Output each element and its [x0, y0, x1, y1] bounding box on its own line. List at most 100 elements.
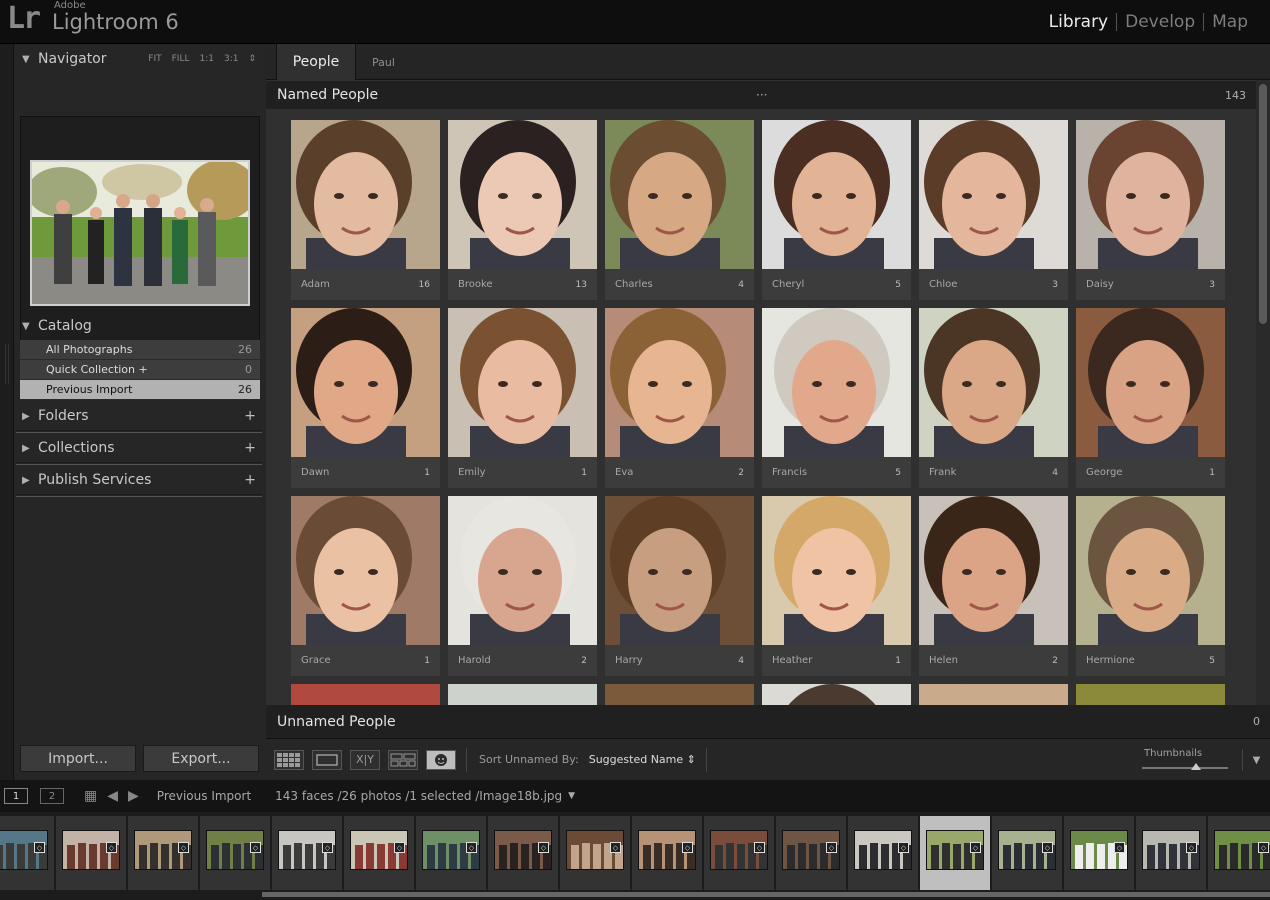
person-name[interactable]: Hermione: [1086, 655, 1135, 666]
zoom-fit[interactable]: FIT: [148, 54, 161, 64]
filmstrip-thumbnail[interactable]: ◇: [920, 816, 990, 890]
face-tile[interactable]: [605, 684, 754, 705]
add-collection-icon[interactable]: +: [244, 440, 262, 456]
person-name[interactable]: George: [1086, 467, 1122, 478]
face-photo[interactable]: [919, 120, 1068, 269]
face-photo[interactable]: [605, 308, 754, 457]
face-photo[interactable]: [762, 684, 911, 705]
face-tile[interactable]: Emily 1: [448, 308, 597, 488]
face-tile[interactable]: Harry 4: [605, 496, 754, 676]
filmstrip-scrollbar[interactable]: [262, 892, 1270, 897]
thumbnail-size-slider[interactable]: [1142, 763, 1228, 770]
grid-icon[interactable]: ▦: [84, 788, 97, 804]
face-tile[interactable]: Cheryl 5: [762, 120, 911, 300]
folders-header[interactable]: ▶ Folders +: [16, 402, 262, 430]
face-tile[interactable]: Adam 16: [291, 120, 440, 300]
filmstrip-thumbnail[interactable]: ◇: [1208, 816, 1270, 890]
catalog-header[interactable]: ▼ Catalog: [16, 312, 262, 340]
face-tile[interactable]: [291, 684, 440, 705]
filmstrip-photo[interactable]: ◇: [1142, 830, 1200, 870]
face-photo[interactable]: [291, 496, 440, 645]
import-button[interactable]: Import...: [20, 745, 136, 772]
filmstrip-photo[interactable]: ◇: [566, 830, 624, 870]
face-photo[interactable]: [448, 684, 597, 705]
zoom-3-1[interactable]: 3:1: [224, 54, 238, 64]
sort-dropdown[interactable]: Suggested Name ⇕: [589, 753, 696, 766]
export-button[interactable]: Export...: [143, 745, 259, 772]
filmstrip-photo[interactable]: ◇: [0, 830, 48, 870]
screen-2-button[interactable]: 2: [40, 788, 64, 804]
filmstrip-photo[interactable]: ◇: [350, 830, 408, 870]
filmstrip-thumbnail[interactable]: ◇: [1136, 816, 1206, 890]
filmstrip-photo[interactable]: ◇: [638, 830, 696, 870]
face-photo[interactable]: [448, 308, 597, 457]
filmstrip-photo[interactable]: ◇: [422, 830, 480, 870]
catalog-item-previous-import[interactable]: Previous Import 26: [20, 380, 260, 400]
catalog-item-all-photographs[interactable]: All Photographs 26: [20, 340, 260, 360]
module-library[interactable]: Library: [1041, 12, 1116, 32]
filmstrip-thumbnail[interactable]: ◇: [200, 816, 270, 890]
add-folder-icon[interactable]: +: [244, 408, 262, 424]
filmstrip-thumbnail[interactable]: ◇: [416, 816, 486, 890]
face-tile[interactable]: Francis 5: [762, 308, 911, 488]
filmstrip-thumbnail[interactable]: ◇: [0, 816, 54, 890]
filmstrip-thumbnail[interactable]: ◇: [128, 816, 198, 890]
module-map[interactable]: Map: [1204, 12, 1256, 32]
filmstrip-thumbnail[interactable]: ◇: [488, 816, 558, 890]
face-photo[interactable]: [1076, 308, 1225, 457]
face-tile[interactable]: Daisy 3: [1076, 120, 1225, 300]
tab-paul[interactable]: Paul: [372, 44, 395, 80]
filmstrip-thumbnail[interactable]: ◇: [272, 816, 342, 890]
face-tile[interactable]: Frank 4: [919, 308, 1068, 488]
person-name[interactable]: Grace: [301, 655, 331, 666]
filmstrip-photo[interactable]: ◇: [494, 830, 552, 870]
toolbar-menu-icon[interactable]: ▼: [1242, 749, 1270, 771]
person-name[interactable]: Dawn: [301, 467, 329, 478]
more-options-icon[interactable]: ···: [756, 88, 767, 102]
people-view-icon[interactable]: [426, 749, 456, 770]
edge-grip[interactable]: [5, 344, 9, 384]
person-name[interactable]: Francis: [772, 467, 807, 478]
face-photo[interactable]: [762, 120, 911, 269]
person-name[interactable]: Harold: [458, 655, 491, 666]
filmstrip-thumbnail[interactable]: ◇: [56, 816, 126, 890]
face-tile[interactable]: Heather 1: [762, 496, 911, 676]
filmstrip-photo[interactable]: ◇: [62, 830, 120, 870]
filmstrip-thumbnail[interactable]: ◇: [632, 816, 702, 890]
zoom-caret-icon[interactable]: ⇕: [248, 54, 256, 64]
person-name[interactable]: Adam: [301, 279, 330, 290]
filmstrip-photo[interactable]: ◇: [1070, 830, 1128, 870]
filmstrip-thumbnail[interactable]: ◇: [776, 816, 846, 890]
person-name[interactable]: Emily: [458, 467, 486, 478]
grid-scrollbar[interactable]: [1256, 80, 1270, 706]
face-tile[interactable]: George 1: [1076, 308, 1225, 488]
face-tile[interactable]: Charles 4: [605, 120, 754, 300]
unnamed-people-header[interactable]: Unnamed People 0: [266, 705, 1270, 738]
face-tile[interactable]: Helen 2: [919, 496, 1068, 676]
navigator-image[interactable]: [30, 160, 250, 306]
face-photo[interactable]: [919, 684, 1068, 705]
tab-people[interactable]: People: [276, 44, 356, 80]
filmstrip-thumbnail[interactable]: ◇: [344, 816, 414, 890]
face-photo[interactable]: [919, 496, 1068, 645]
face-photo[interactable]: [605, 496, 754, 645]
left-panel-edge[interactable]: [0, 44, 14, 780]
face-photo[interactable]: [291, 308, 440, 457]
filmstrip-photo[interactable]: ◇: [926, 830, 984, 870]
face-tile[interactable]: Dawn 1: [291, 308, 440, 488]
grid-view-icon[interactable]: [274, 749, 304, 770]
face-tile[interactable]: Hermione 5: [1076, 496, 1225, 676]
filmstrip-photo[interactable]: ◇: [710, 830, 768, 870]
compare-view-icon[interactable]: X|Y: [350, 749, 380, 770]
filmstrip-thumbnail[interactable]: ◇: [704, 816, 774, 890]
face-photo[interactable]: [291, 684, 440, 705]
face-tile[interactable]: Chloe 3: [919, 120, 1068, 300]
face-photo[interactable]: [605, 120, 754, 269]
face-photo[interactable]: [762, 308, 911, 457]
screen-1-button[interactable]: 1: [4, 788, 28, 804]
face-photo[interactable]: [448, 120, 597, 269]
person-name[interactable]: Heather: [772, 655, 812, 666]
filmstrip-thumbnail[interactable]: ◇: [560, 816, 630, 890]
face-tile[interactable]: Grace 1: [291, 496, 440, 676]
filmstrip-photo[interactable]: ◇: [854, 830, 912, 870]
